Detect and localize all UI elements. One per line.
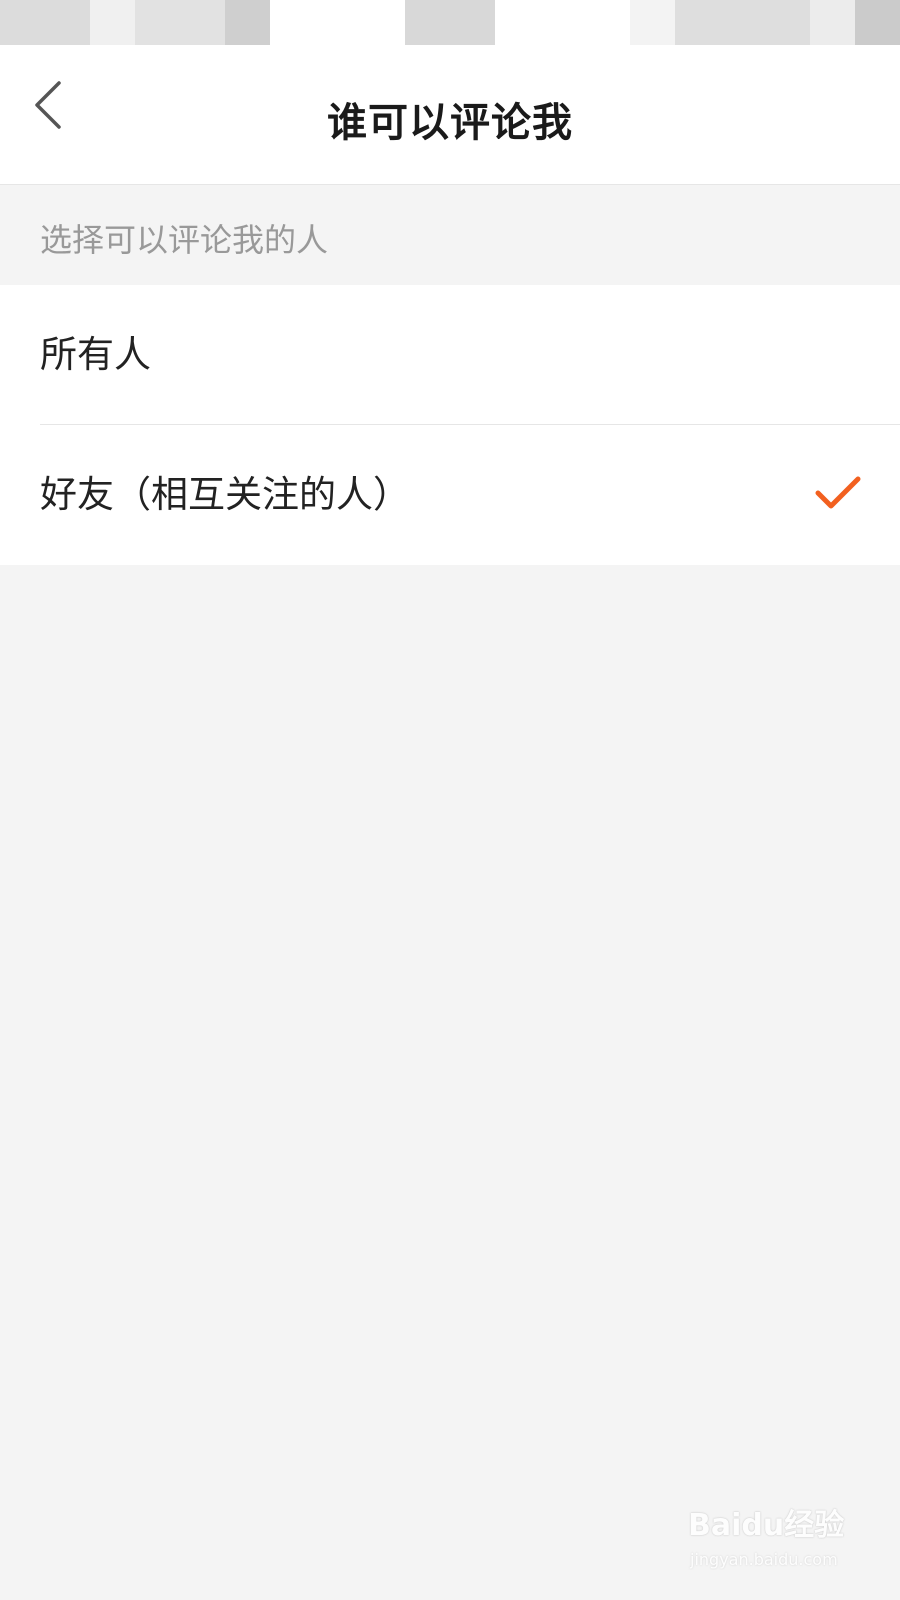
options-list: 所有人 好友（相互关注的人） [0,285,900,565]
option-label: 所有人 [40,333,151,376]
watermark-logo: Baidu经验 [688,1508,845,1543]
option-everyone[interactable]: 所有人 [0,285,900,425]
nav-bar: 谁可以评论我 [0,45,900,185]
status-blur [810,0,855,45]
page-title: 谁可以评论我 [327,100,573,146]
status-blur [135,0,225,45]
status-bar [0,0,900,45]
status-blur [0,0,90,45]
watermark: Baidu经验 jingyan.baidu.com [688,1500,868,1580]
status-blur [630,0,675,45]
status-blur [675,0,810,45]
chevron-left-icon [35,81,61,129]
option-label: 好友（相互关注的人） [40,473,410,516]
option-friends[interactable]: 好友（相互关注的人） [0,425,900,565]
status-blur [90,0,135,45]
status-blur [405,0,495,45]
section-header-text: 选择可以评论我的人 [40,221,329,259]
check-icon [815,476,861,509]
watermark-url: jingyan.baidu.com [690,1550,838,1569]
status-blur [855,0,900,45]
section-header: 选择可以评论我的人 [0,185,900,285]
status-blur [225,0,270,45]
back-button[interactable] [18,75,78,135]
